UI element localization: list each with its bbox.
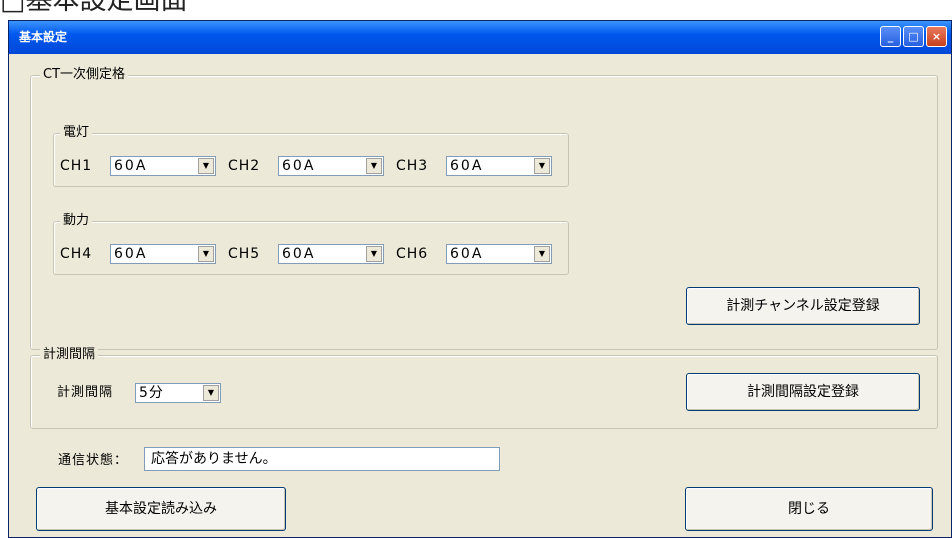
close-window-button[interactable]: × <box>926 26 947 47</box>
ch3-value: 60A <box>450 158 484 174</box>
window-title: 基本設定 <box>19 30 68 44</box>
ch1-select[interactable]: 60A ▼ <box>110 156 216 176</box>
chevron-down-icon[interactable]: ▼ <box>203 385 219 401</box>
interval-legend: 計測間隔 <box>40 347 99 363</box>
maximize-button[interactable]: □ <box>903 26 924 47</box>
status-field: 応答がありません。 <box>144 447 500 471</box>
chevron-down-icon[interactable]: ▼ <box>198 158 214 174</box>
interval-label: 計測間隔 <box>57 385 114 400</box>
ch5-value: 60A <box>282 246 316 262</box>
interval-select[interactable]: 5分 ▼ <box>135 383 221 403</box>
ch6-value: 60A <box>450 246 484 262</box>
ch5-label: CH5 <box>228 246 261 262</box>
minimize-button[interactable]: _ <box>880 26 901 47</box>
ch1-value: 60A <box>114 158 148 174</box>
chevron-down-icon[interactable]: ▼ <box>534 246 550 262</box>
page-heading: □基本設定画面 <box>0 0 188 16</box>
lighting-group: 電灯 CH1 60A ▼ CH2 60A ▼ CH3 60A ▼ <box>53 125 569 187</box>
ch2-value: 60A <box>282 158 316 174</box>
lighting-legend: 電灯 <box>60 125 93 141</box>
ch3-select[interactable]: 60A ▼ <box>446 156 552 176</box>
ch6-label: CH6 <box>396 246 429 262</box>
close-button[interactable]: 閉じる <box>685 487 933 531</box>
power-group: 動力 CH4 60A ▼ CH5 60A ▼ CH6 60A ▼ <box>53 213 569 275</box>
ch2-select[interactable]: 60A ▼ <box>278 156 384 176</box>
ch1-label: CH1 <box>60 158 93 174</box>
chevron-down-icon[interactable]: ▼ <box>366 158 382 174</box>
ch6-select[interactable]: 60A ▼ <box>446 244 552 264</box>
interval-group: 計測間隔 計測間隔 5分 ▼ 計測間隔設定登録 <box>30 347 938 429</box>
read-settings-button[interactable]: 基本設定読み込み <box>36 487 286 531</box>
ct-rating-legend: CT一次側定格 <box>40 67 129 83</box>
ch3-label: CH3 <box>396 158 429 174</box>
settings-window: 基本設定 _ □ × CT一次側定格 電灯 CH1 60A ▼ CH2 60A … <box>8 20 952 538</box>
chevron-down-icon[interactable]: ▼ <box>534 158 550 174</box>
power-legend: 動力 <box>60 213 93 229</box>
interval-value: 5分 <box>139 385 164 401</box>
ch4-label: CH4 <box>60 246 93 262</box>
ch4-select[interactable]: 60A ▼ <box>110 244 216 264</box>
window-titlebar[interactable]: 基本設定 _ □ × <box>9 21 951 54</box>
ct-rating-group: CT一次側定格 電灯 CH1 60A ▼ CH2 60A ▼ CH3 60A ▼… <box>30 67 938 350</box>
status-label: 通信状態： <box>58 453 129 468</box>
ch2-label: CH2 <box>228 158 261 174</box>
register-interval-settings-button[interactable]: 計測間隔設定登録 <box>686 373 920 411</box>
register-channel-settings-button[interactable]: 計測チャンネル設定登録 <box>686 287 920 325</box>
chevron-down-icon[interactable]: ▼ <box>366 246 382 262</box>
ch5-select[interactable]: 60A ▼ <box>278 244 384 264</box>
chevron-down-icon[interactable]: ▼ <box>198 246 214 262</box>
ch4-value: 60A <box>114 246 148 262</box>
